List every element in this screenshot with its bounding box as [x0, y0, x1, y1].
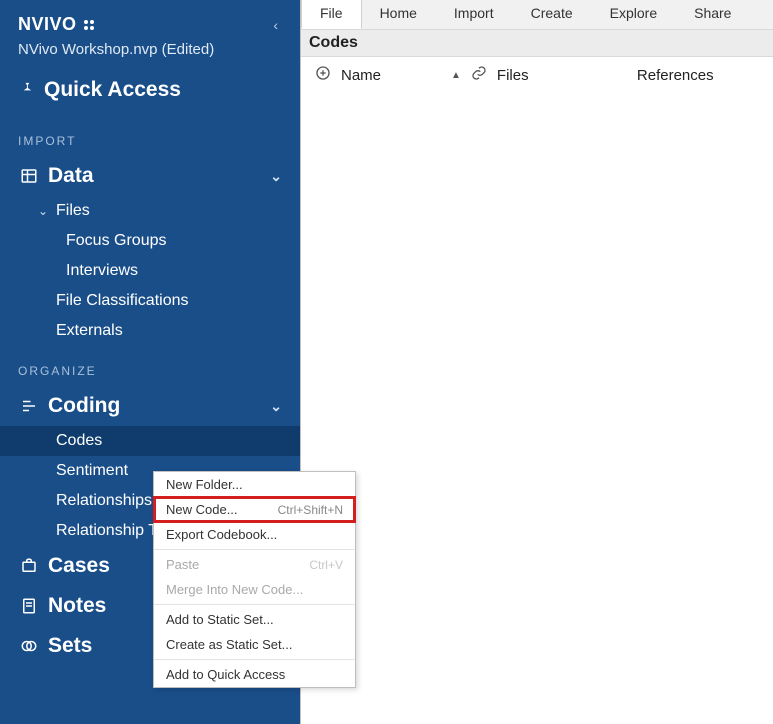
ctx-item-label: New Code...: [166, 502, 238, 517]
tree-node-coding[interactable]: Coding ⌄: [0, 386, 300, 426]
tree-node-focus-groups[interactable]: Focus Groups: [0, 226, 300, 256]
ctx-add-to-static-set[interactable]: Add to Static Set...: [154, 607, 355, 632]
column-header-name[interactable]: Name: [341, 67, 441, 84]
quick-access-label: Quick Access: [44, 78, 181, 102]
tree-node-sets-label: Sets: [48, 634, 92, 658]
sidebar-header: NVIVO ‹ NVivo Workshop.nvp (Edited): [0, 0, 300, 64]
ctx-separator: [154, 604, 355, 605]
app-logo: NVIVO: [18, 14, 97, 35]
logo-dots-icon: [83, 18, 97, 32]
ribbon-tab-create[interactable]: Create: [513, 0, 592, 29]
section-organize-label: ORGANIZE: [0, 346, 300, 386]
tree-node-interviews-label: Interviews: [66, 262, 138, 280]
ribbon-tab-label: Home: [380, 5, 417, 21]
tree-import: Data ⌄ ⌄ Files Focus Groups Interviews F…: [0, 156, 300, 346]
chevron-down-icon: ⌄: [36, 204, 50, 218]
ribbon-tab-label: Import: [454, 5, 494, 21]
ctx-item-accel: Ctrl+Shift+N: [278, 503, 343, 517]
panel-title: Codes: [301, 30, 773, 57]
ribbon-tab-home[interactable]: Home: [362, 0, 436, 29]
ribbon-tab-label: Create: [531, 5, 573, 21]
column-header-label: References: [637, 67, 714, 84]
tree-node-externals-label: Externals: [56, 322, 123, 340]
ribbon-tab-explore[interactable]: Explore: [592, 0, 676, 29]
ctx-item-label: Add to Static Set...: [166, 612, 274, 627]
ribbon-tab-label: File: [320, 5, 343, 21]
add-icon[interactable]: [315, 65, 331, 85]
sort-asc-icon: ▲: [451, 70, 461, 81]
main-panel: File Home Import Create Explore Share Co…: [300, 0, 773, 724]
chevron-down-icon: ⌄: [270, 168, 282, 185]
ctx-item-label: Paste: [166, 557, 199, 572]
notes-icon: [18, 596, 40, 616]
tree-node-interviews[interactable]: Interviews: [0, 256, 300, 286]
column-header-references[interactable]: References: [637, 67, 714, 84]
ctx-item-label: Merge Into New Code...: [166, 582, 303, 597]
ribbon-tab-label: Share: [694, 5, 731, 21]
section-import-label: IMPORT: [0, 116, 300, 156]
app-logo-text: NVIVO: [18, 14, 77, 35]
ribbon-tab-import[interactable]: Import: [436, 0, 513, 29]
ctx-separator: [154, 659, 355, 660]
ctx-merge-into-new-code: Merge Into New Code...: [154, 577, 355, 602]
context-menu: New Folder... New Code... Ctrl+Shift+N E…: [153, 471, 356, 688]
tree-node-codes-label: Codes: [56, 432, 102, 450]
ctx-new-code[interactable]: New Code... Ctrl+Shift+N: [154, 497, 355, 522]
ctx-item-label: Export Codebook...: [166, 527, 277, 542]
cases-icon: [18, 556, 40, 576]
tree-node-cases-label: Cases: [48, 554, 110, 578]
link-icon: [471, 65, 487, 85]
tree-node-files-label: Files: [56, 202, 90, 220]
ribbon-tab-file[interactable]: File: [301, 0, 362, 29]
column-header-files[interactable]: Files: [497, 67, 627, 84]
ctx-new-folder[interactable]: New Folder...: [154, 472, 355, 497]
tree-node-file-classifications[interactable]: File Classifications: [0, 286, 300, 316]
ctx-item-accel: Ctrl+V: [309, 558, 343, 572]
tree-node-notes-label: Notes: [48, 594, 106, 618]
tree-node-relationships-label: Relationships: [56, 492, 152, 510]
tree-node-file-classifications-label: File Classifications: [56, 292, 188, 310]
pin-icon: [18, 78, 34, 102]
column-header-label: Name: [341, 67, 381, 84]
chevron-down-icon: ⌄: [270, 398, 282, 415]
tree-node-externals[interactable]: Externals: [0, 316, 300, 346]
tree-node-data[interactable]: Data ⌄: [0, 156, 300, 196]
project-name-label: NVivo Workshop.nvp (Edited): [18, 41, 282, 58]
collapse-sidebar-button[interactable]: ‹: [269, 15, 282, 35]
tree-node-sentiment-label: Sentiment: [56, 462, 128, 480]
ctx-item-label: New Folder...: [166, 477, 243, 492]
ctx-item-label: Create as Static Set...: [166, 637, 292, 652]
coding-icon: [18, 396, 40, 416]
tree-node-data-label: Data: [48, 164, 94, 188]
quick-access-button[interactable]: Quick Access: [0, 64, 300, 116]
ctx-item-label: Add to Quick Access: [166, 667, 285, 682]
ctx-add-to-quick-access[interactable]: Add to Quick Access: [154, 662, 355, 687]
tree-node-focus-groups-label: Focus Groups: [66, 232, 166, 250]
ctx-separator: [154, 549, 355, 550]
tree-node-codes[interactable]: Codes: [0, 426, 300, 456]
list-header-row: Name ▲ Files References: [301, 57, 773, 93]
ctx-export-codebook[interactable]: Export Codebook...: [154, 522, 355, 547]
column-header-label: Files: [497, 67, 529, 84]
tree-node-coding-label: Coding: [48, 394, 120, 418]
sets-icon: [18, 636, 40, 656]
ribbon-tab-label: Explore: [610, 5, 657, 21]
ctx-paste: Paste Ctrl+V: [154, 552, 355, 577]
ribbon-tab-share[interactable]: Share: [676, 0, 750, 29]
tree-node-files[interactable]: ⌄ Files: [0, 196, 300, 226]
ctx-create-as-static-set[interactable]: Create as Static Set...: [154, 632, 355, 657]
data-icon: [18, 166, 40, 186]
ribbon-tabs: File Home Import Create Explore Share: [301, 0, 773, 30]
